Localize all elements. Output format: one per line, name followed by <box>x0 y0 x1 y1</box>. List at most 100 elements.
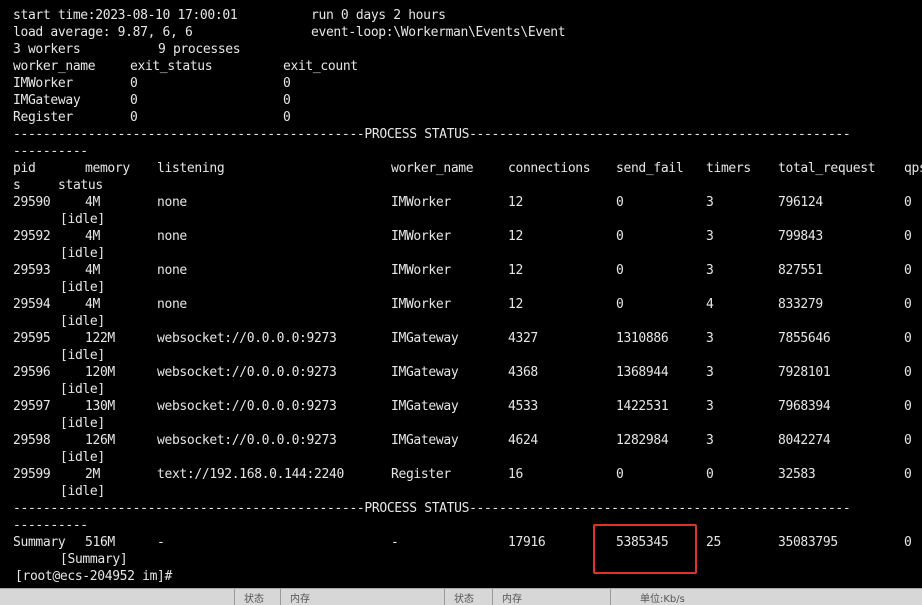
column-worker-name: worker_name <box>13 59 96 74</box>
worker-name-cell: IMGateway <box>391 365 459 380</box>
header-line-workers: 3 workers 9 processes <box>13 41 241 58</box>
start-time-text: start time:2023-08-10 17:00:01 <box>13 8 238 23</box>
column-connections: connections <box>508 161 591 176</box>
listening-cell: websocket://0.0.0.0:9273 <box>157 433 337 448</box>
column-status: status <box>58 178 103 193</box>
exit-status-cell: 0 <box>130 76 138 91</box>
pid-cell: 29596 <box>13 365 51 380</box>
process-row-status: [idle] <box>13 279 105 296</box>
column-memory: memory <box>85 161 130 176</box>
worker-name-cell: IMWorker <box>391 263 451 278</box>
terminal-window[interactable]: start time:2023-08-10 17:00:01 run 0 day… <box>0 0 922 588</box>
total-request-cell: 7855646 <box>778 331 831 346</box>
worker-table-row: Register 0 0 <box>13 109 291 126</box>
pid-cell: 29590 <box>13 195 51 210</box>
pid-cell: 29595 <box>13 331 51 346</box>
qps-cell: 0 <box>904 297 912 312</box>
column-send-fail: send_fail <box>616 161 684 176</box>
summary-timers: 25 <box>706 535 721 550</box>
summary-listening: - <box>157 535 165 550</box>
process-row-status: [idle] <box>13 211 105 228</box>
process-row: 29596 120M websocket://0.0.0.0:9273 IMGa… <box>13 364 912 381</box>
status-cell: [idle] <box>60 348 105 363</box>
pid-cell: 29592 <box>13 229 51 244</box>
memory-cell: 122M <box>85 331 115 346</box>
exit-count-cell: 0 <box>283 76 291 91</box>
process-row: 29597 130M websocket://0.0.0.0:9273 IMGa… <box>13 398 912 415</box>
column-pid: pid <box>13 161 36 176</box>
strip-label: 内存 <box>502 594 522 605</box>
column-exit-status: exit_status <box>130 59 213 74</box>
process-row-status: [idle] <box>13 449 105 466</box>
shell-prompt[interactable]: [root@ecs-204952 im]# <box>15 568 172 585</box>
memory-cell: 130M <box>85 399 115 414</box>
summary-qps: 0 <box>904 535 912 550</box>
pid-cell: 29593 <box>13 263 51 278</box>
listening-cell: none <box>157 263 187 278</box>
separator-wrap: ---------- <box>13 518 88 533</box>
qps-cell: 0 <box>904 229 912 244</box>
strip-label: 内存 <box>290 594 310 605</box>
process-status-separator: ----------------------------------------… <box>13 501 851 516</box>
send-fail-cell: 0 <box>616 263 624 278</box>
timers-cell: 3 <box>706 229 714 244</box>
process-table-header: pid memory listening worker_name connect… <box>13 160 922 177</box>
process-row-status: [idle] <box>13 347 105 364</box>
memory-cell: 126M <box>85 433 115 448</box>
qps-cell: 0 <box>904 195 912 210</box>
process-status-separator: ----------------------------------------… <box>13 127 851 142</box>
timers-cell: 3 <box>706 331 714 346</box>
worker-name-cell: IMGateway <box>391 399 459 414</box>
strip-divider <box>610 589 611 605</box>
total-request-cell: 796124 <box>778 195 823 210</box>
summary-status: [Summary] <box>60 552 128 567</box>
connections-cell: 4624 <box>508 433 538 448</box>
connections-cell: 12 <box>508 263 523 278</box>
pid-cell: 29594 <box>13 297 51 312</box>
exit-count-cell: 0 <box>283 110 291 125</box>
process-row: 29592 4M none IMWorker 12 0 3 799843 0 <box>13 228 912 245</box>
connections-cell: 4327 <box>508 331 538 346</box>
timers-cell: 3 <box>706 399 714 414</box>
summary-connections: 17916 <box>508 535 546 550</box>
timers-cell: 3 <box>706 263 714 278</box>
worker-name-cell: IMWorker <box>13 76 73 91</box>
connections-cell: 16 <box>508 467 523 482</box>
process-row-status: [idle] <box>13 245 105 262</box>
send-fail-cell: 1422531 <box>616 399 669 414</box>
memory-cell: 4M <box>85 297 100 312</box>
status-cell: [idle] <box>60 450 105 465</box>
connections-cell: 12 <box>508 229 523 244</box>
summary-row: Summary 516M - - 17916 5385345 25 350837… <box>13 534 912 551</box>
load-average-text: load average: 9.87, 6, 6 <box>13 25 193 40</box>
send-fail-cell: 1368944 <box>616 365 669 380</box>
worker-name-cell: IMWorker <box>391 297 451 312</box>
process-row: 29599 2M text://192.168.0.144:2240 Regis… <box>13 466 912 483</box>
background-window-strip: 状态 内存 状态 内存 单位:Kb/s <box>0 588 922 605</box>
worker-table-row: IMWorker 0 0 <box>13 75 291 92</box>
total-request-cell: 8042274 <box>778 433 831 448</box>
column-total-request: total_request <box>778 161 876 176</box>
prompt-text: [root@ecs-204952 im]# <box>15 569 173 584</box>
strip-label: 状态 <box>244 594 264 605</box>
process-row-status: [idle] <box>13 415 105 432</box>
timers-cell: 3 <box>706 365 714 380</box>
strip-divider <box>444 589 445 605</box>
worker-name-cell: IMGateway <box>13 93 81 108</box>
send-fail-cell: 1282984 <box>616 433 669 448</box>
qps-cell: 0 <box>904 263 912 278</box>
header-line-start-time: start time:2023-08-10 17:00:01 run 0 day… <box>13 7 446 24</box>
memory-cell: 4M <box>85 229 100 244</box>
strip-label: 单位:Kb/s <box>640 594 685 605</box>
event-loop-text: event-loop:\Workerman\Events\Event <box>311 25 566 40</box>
send-fail-cell: 1310886 <box>616 331 669 346</box>
column-qps: qps <box>904 161 922 176</box>
process-row-status: [idle] <box>13 313 105 330</box>
separator-wrap: ---------- <box>13 144 88 159</box>
status-cell: [idle] <box>60 280 105 295</box>
listening-cell: websocket://0.0.0.0:9273 <box>157 399 337 414</box>
exit-count-cell: 0 <box>283 93 291 108</box>
worker-name-cell: IMWorker <box>391 195 451 210</box>
connections-cell: 12 <box>508 195 523 210</box>
strip-divider <box>492 589 493 605</box>
